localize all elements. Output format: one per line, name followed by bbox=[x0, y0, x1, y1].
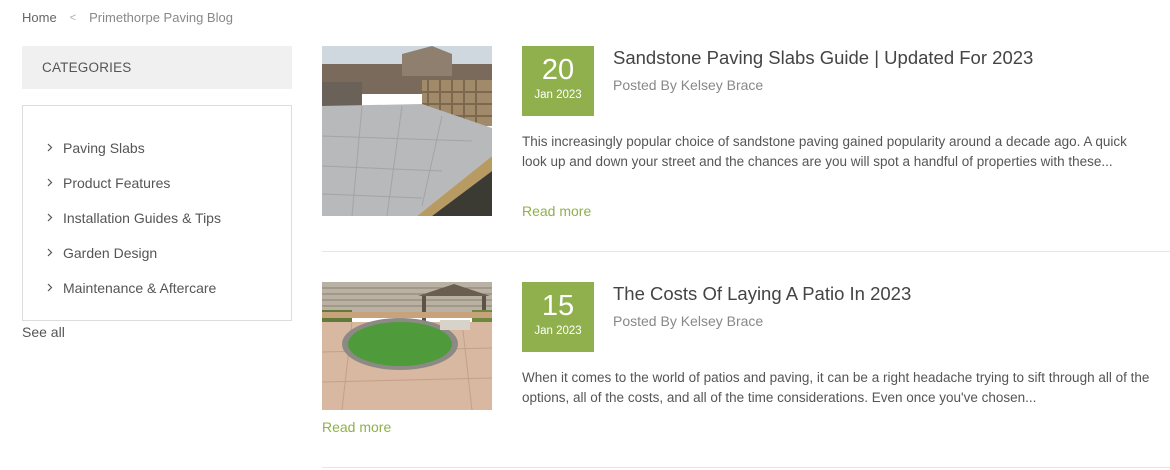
post-excerpt: This increasingly popular choice of sand… bbox=[522, 134, 1127, 169]
chevron-right-icon bbox=[47, 143, 63, 152]
post-date-badge: 15 Jan 2023 bbox=[522, 282, 594, 352]
blog-post: 20 Jan 2023 Sandstone Paving Slabs Guide… bbox=[322, 46, 1170, 252]
post-date-day: 15 bbox=[541, 290, 575, 322]
category-label: Installation Guides & Tips bbox=[63, 209, 221, 226]
post-title-link[interactable]: The Costs Of Laying A Patio In 2023 bbox=[613, 283, 911, 305]
chevron-right-icon bbox=[47, 178, 63, 187]
category-label: Product Features bbox=[63, 174, 171, 191]
chevron-right-icon bbox=[47, 283, 63, 292]
post-date-day: 20 bbox=[541, 54, 575, 86]
post-date-badge: 20 Jan 2023 bbox=[522, 46, 594, 116]
read-more-link[interactable]: Read more bbox=[522, 203, 591, 219]
breadcrumb-home-link[interactable]: Home bbox=[22, 10, 57, 25]
category-item-garden-design[interactable]: Garden Design bbox=[23, 235, 291, 270]
read-more-link[interactable]: Read more bbox=[322, 419, 391, 435]
post-title-link[interactable]: Sandstone Paving Slabs Guide | Updated F… bbox=[613, 47, 1033, 69]
post-author: Posted By Kelsey Brace bbox=[613, 313, 764, 329]
breadcrumb-separator: < bbox=[69, 11, 77, 24]
post-author: Posted By Kelsey Brace bbox=[613, 77, 764, 93]
category-label: Maintenance & Aftercare bbox=[63, 279, 217, 296]
post-date-month: Jan 2023 bbox=[534, 325, 582, 337]
post-thumbnail-sandstone-patio[interactable] bbox=[322, 46, 492, 216]
categories-header: CATEGORIES bbox=[22, 46, 292, 89]
category-label: Garden Design bbox=[63, 244, 158, 261]
post-thumbnail-circular-patio[interactable] bbox=[322, 282, 492, 410]
categories-sidebar: CATEGORIES Paving Slabs Product Features… bbox=[22, 46, 292, 340]
post-excerpt: When it comes to the world of patios and… bbox=[522, 370, 1150, 405]
post-divider bbox=[322, 467, 1170, 468]
category-label: Paving Slabs bbox=[63, 139, 145, 156]
breadcrumb: Home < Primethorpe Paving Blog bbox=[22, 10, 233, 25]
category-item-product-features[interactable]: Product Features bbox=[23, 165, 291, 200]
categories-list: Paving Slabs Product Features Installati… bbox=[22, 105, 292, 321]
blog-post: 15 Jan 2023 The Costs Of Laying A Patio … bbox=[322, 282, 1170, 470]
category-item-paving-slabs[interactable]: Paving Slabs bbox=[23, 130, 291, 165]
post-divider bbox=[322, 251, 1170, 252]
category-item-maintenance[interactable]: Maintenance & Aftercare bbox=[23, 270, 291, 305]
see-all-link[interactable]: See all bbox=[22, 324, 292, 340]
breadcrumb-current: Primethorpe Paving Blog bbox=[89, 10, 233, 25]
chevron-right-icon bbox=[47, 248, 63, 257]
chevron-right-icon bbox=[47, 213, 63, 222]
post-date-month: Jan 2023 bbox=[534, 89, 582, 101]
category-item-installation-guides[interactable]: Installation Guides & Tips bbox=[23, 200, 291, 235]
